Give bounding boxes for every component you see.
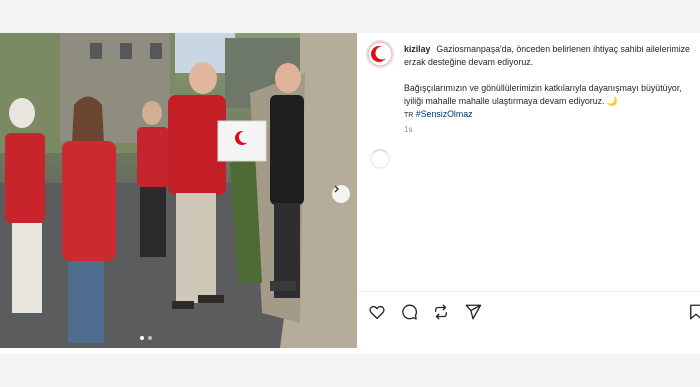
action-bar (367, 302, 483, 322)
heart-icon (369, 305, 385, 320)
avatar[interactable] (367, 41, 393, 67)
caption-text-1: Gaziosmanpaşa'da, önceden belirlenen iht… (404, 44, 690, 67)
share-button[interactable] (463, 302, 483, 322)
carousel-dot[interactable] (140, 336, 144, 340)
post-caption: kizilay Gaziosmanpaşa'da, önceden belirle… (404, 43, 694, 122)
top-background (0, 0, 700, 33)
share-icon (465, 304, 482, 320)
post-details-panel: kizilay Gaziosmanpaşa'da, önceden belirle… (357, 33, 700, 354)
comment-icon (402, 304, 418, 320)
like-button[interactable] (367, 302, 387, 322)
hashtag-link[interactable]: #SensizOlmaz (416, 109, 473, 119)
loading-spinner (370, 149, 390, 169)
caption-text-2: Bağışçılarımızın ve gönüllülerimizin kat… (404, 83, 682, 106)
comment-button[interactable] (399, 302, 419, 322)
post-timestamp: 1s (404, 125, 413, 134)
repost-icon (435, 304, 447, 320)
carousel-dot[interactable] (148, 336, 152, 340)
repost-button[interactable] (431, 302, 451, 322)
hashtag-prefix: TR (404, 112, 414, 119)
instagram-post: kizilay Gaziosmanpaşa'da, önceden belirle… (0, 33, 700, 354)
bottom-background (0, 354, 700, 387)
kizilay-logo-icon (367, 41, 393, 67)
username-link[interactable]: kizilay (404, 44, 430, 54)
carousel-dots (140, 336, 152, 340)
bookmark-icon (690, 304, 700, 320)
post-photo (0, 33, 357, 348)
divider (357, 291, 700, 292)
chevron-right-icon (334, 185, 339, 193)
carousel-next-button[interactable] (332, 185, 350, 203)
volunteers-photo (0, 33, 357, 348)
save-button[interactable] (686, 302, 700, 322)
